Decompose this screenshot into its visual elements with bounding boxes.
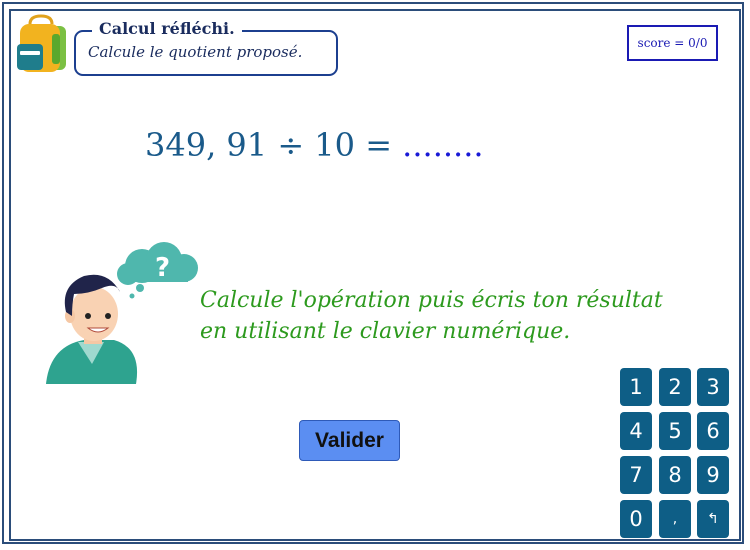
backpack-icon xyxy=(17,14,66,72)
key-6[interactable]: 6 xyxy=(697,412,729,450)
validate-button[interactable]: Valider xyxy=(299,420,400,461)
question-mark-icon: ? xyxy=(155,253,170,283)
key-1[interactable]: 1 xyxy=(620,368,652,406)
key-2[interactable]: 2 xyxy=(659,368,691,406)
thinking-student-illustration: ? xyxy=(46,242,198,384)
backspace-icon[interactable]: ↰ xyxy=(697,500,729,538)
instruction-text: Calcule l'opération puis écris ton résul… xyxy=(200,285,680,347)
key-3[interactable]: 3 xyxy=(697,368,729,406)
key-4[interactable]: 4 xyxy=(620,412,652,450)
answer-blank: ........ xyxy=(402,126,484,164)
key-7[interactable]: 7 xyxy=(620,456,652,494)
key-9[interactable]: 9 xyxy=(697,456,729,494)
instruction-line-1: Calcule l'opération puis écris ton résul… xyxy=(200,288,663,313)
header-subtitle: Calcule le quotient proposé. xyxy=(88,43,303,61)
numeric-keypad: 1 2 3 4 5 6 7 8 9 0 , ↰ xyxy=(620,368,732,540)
score-badge: score = 0/0 xyxy=(627,25,718,61)
key-8[interactable]: 8 xyxy=(659,456,691,494)
header-title: Calcul réfléchi. xyxy=(92,19,242,38)
instruction-line-2: en utilisant le clavier numérique. xyxy=(200,319,571,344)
key-comma[interactable]: , xyxy=(659,500,691,538)
key-0[interactable]: 0 xyxy=(620,500,652,538)
division-equation: 349, 91 ÷ 10 = ........ xyxy=(145,126,484,164)
key-5[interactable]: 5 xyxy=(659,412,691,450)
equation-expression: 349, 91 ÷ 10 = xyxy=(145,126,392,164)
